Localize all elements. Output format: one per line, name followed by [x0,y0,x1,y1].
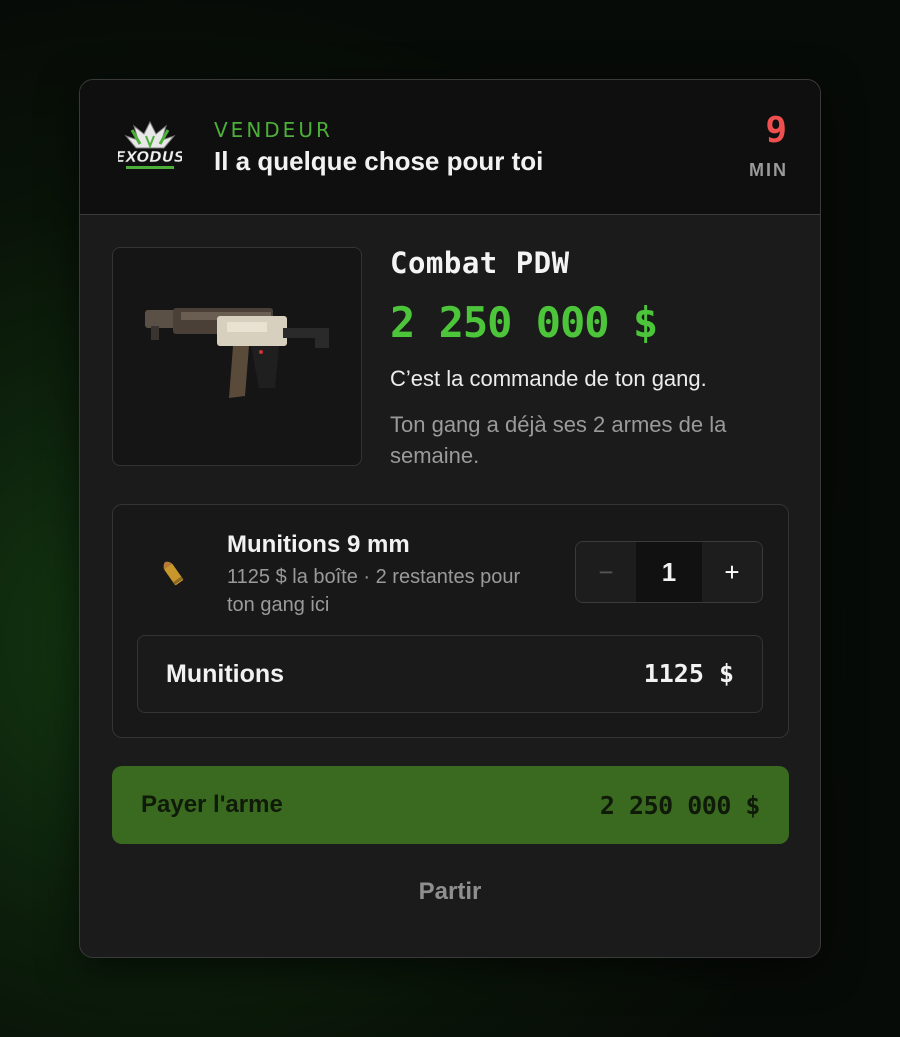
pay-button-label: Payer l'arme [141,791,283,818]
decrease-button[interactable]: − [576,542,636,602]
vendor-label: VENDEUR [214,118,333,142]
increase-button[interactable]: + [702,542,762,602]
ammo-total-label: Munitions [166,660,285,688]
ammo-section: Munitions 9 mm 1125 $ la boîte · 2 resta… [112,504,789,738]
ammo-total-row: Munitions 1125 $ [137,635,763,713]
dialog-header: EXODUS VENDEUR Il a quelque chose pour t… [80,80,820,215]
quantity-value: 1 [636,542,702,602]
product-name: Combat PDW [390,246,570,280]
product-note: Ton gang a déjà ses 2 armes de la semain… [390,412,727,468]
bullet-icon [157,555,187,594]
vendor-message: Il a quelque chose pour toi [214,146,544,176]
timer-unit: MIN [749,160,788,180]
product-price: 2 250 000 $ [390,298,658,347]
ammo-title: Munitions 9 mm [227,531,410,558]
ammo-total-value: 1125 $ [643,659,734,688]
vendor-dialog: EXODUS VENDEUR Il a quelque chose pour t… [79,79,821,958]
product-description: C’est la commande de ton gang. [390,366,707,391]
pay-button-amount: 2 250 000 $ [599,791,761,820]
smg-icon [145,308,329,398]
exodus-logo: EXODUS [115,118,185,178]
leave-button[interactable]: Partir [80,878,820,906]
ammo-subtitle: 1125 $ la boîte · 2 restantes pour ton g… [227,566,521,616]
timer-value: 9 [765,110,787,151]
quantity-stepper[interactable]: − 1 + [575,541,763,603]
svg-text:EXODUS: EXODUS [118,148,182,166]
weapon-image [112,247,362,466]
pay-weapon-button[interactable]: Payer l'arme 2 250 000 $ [112,766,789,844]
